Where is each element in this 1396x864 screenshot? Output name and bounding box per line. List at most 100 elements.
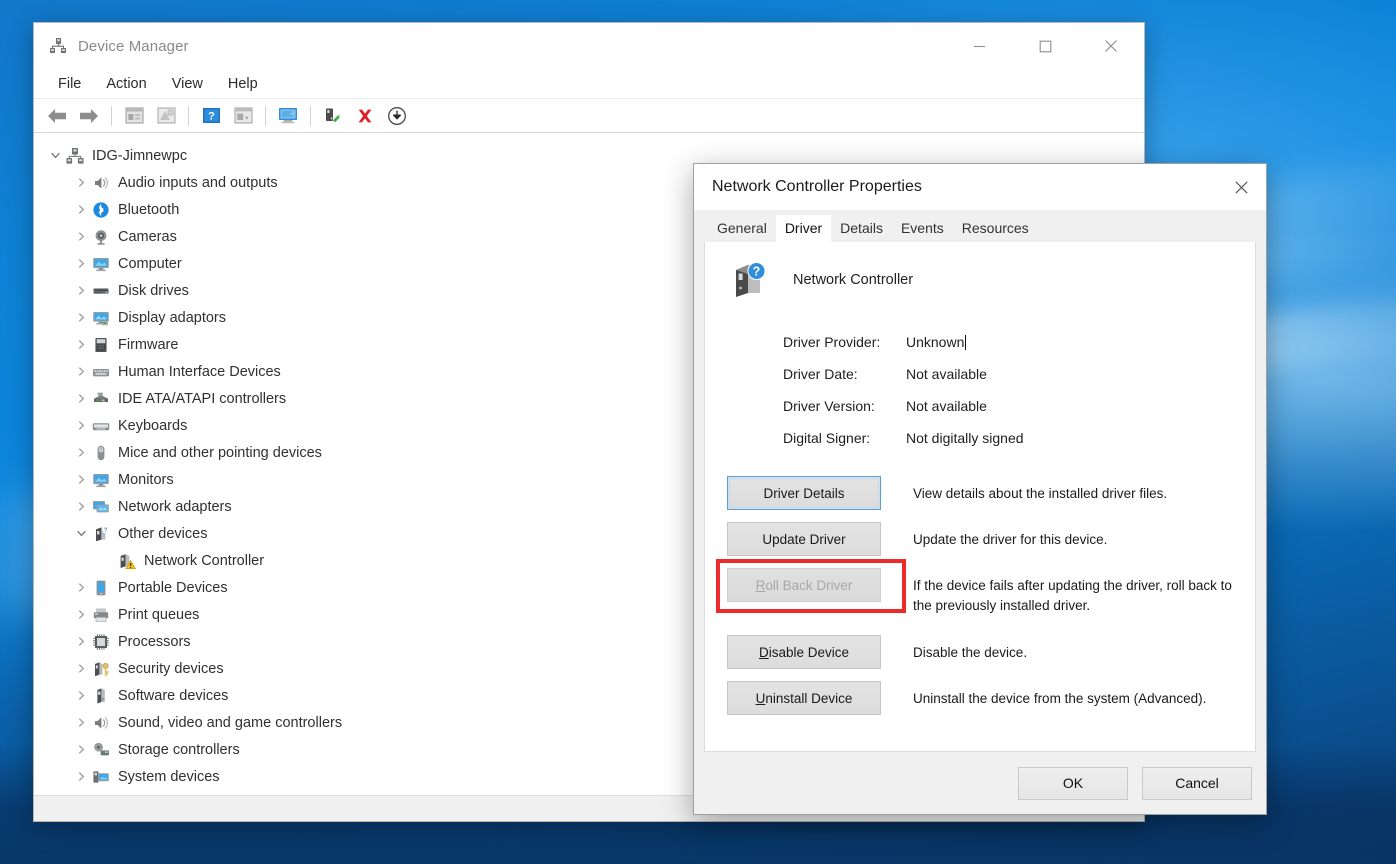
tab-general[interactable]: General: [708, 215, 776, 242]
tree-item-label: Cameras: [118, 228, 177, 245]
action-description: Uninstall the device from the system (Ad…: [913, 681, 1206, 709]
chevron-right-icon[interactable]: [72, 232, 90, 241]
menu-bar: File Action View Help: [34, 69, 1144, 99]
driver-field-value: Not available: [906, 366, 987, 382]
chevron-right-icon[interactable]: [72, 178, 90, 187]
uninstall-device-icon[interactable]: [350, 102, 380, 130]
tree-item-label: IDG-Jimnewpc: [92, 147, 187, 164]
ide-controller-icon: [90, 389, 112, 409]
button-label: Disable Device: [759, 645, 849, 660]
menu-item-help[interactable]: Help: [217, 73, 269, 95]
ok-button[interactable]: OK: [1018, 767, 1128, 800]
tree-item-label: Firmware: [118, 336, 178, 353]
chevron-right-icon[interactable]: [72, 205, 90, 214]
menu-item-action[interactable]: Action: [95, 73, 157, 95]
close-icon[interactable]: [1078, 23, 1144, 69]
tree-item-label: Network Controller: [144, 552, 264, 569]
chevron-right-icon[interactable]: [72, 421, 90, 430]
network-controller-properties-dialog: Network Controller Properties GeneralDri…: [693, 163, 1267, 815]
chevron-right-icon[interactable]: [72, 259, 90, 268]
tree-item-label: Display adaptors: [118, 309, 226, 326]
tree-item-label: Storage controllers: [118, 741, 240, 758]
minimize-icon[interactable]: [946, 23, 1012, 69]
speaker-icon: [90, 713, 112, 733]
toolbar-separator: [310, 106, 311, 126]
chevron-down-icon[interactable]: [46, 151, 64, 160]
driver-field-label: Driver Date:: [783, 366, 906, 382]
portable-device-icon: [90, 578, 112, 598]
driver-field-row: Driver Provider:Unknown: [783, 326, 1255, 358]
chevron-right-icon[interactable]: [72, 394, 90, 403]
roll-back-driver-button: Roll Back Driver: [727, 568, 881, 602]
window-controls: [946, 23, 1144, 69]
driver-tab-panel: ? Network Controller Driver Provider:Unk…: [704, 242, 1256, 752]
help-icon[interactable]: ?: [196, 102, 226, 130]
scan-hardware-changes-icon[interactable]: [273, 102, 303, 130]
menu-item-view[interactable]: View: [161, 73, 214, 95]
dialog-tabs[interactable]: GeneralDriverDetailsEventsResources: [694, 210, 1266, 242]
chevron-right-icon[interactable]: [72, 637, 90, 646]
tree-item-label: Disk drives: [118, 282, 189, 299]
tree-item-label: Portable Devices: [118, 579, 228, 596]
cancel-button[interactable]: Cancel: [1142, 767, 1252, 800]
maximize-icon[interactable]: [1012, 23, 1078, 69]
toolbar-separator: [111, 106, 112, 126]
forward-arrow-icon[interactable]: [74, 102, 104, 130]
unknown-device-warning-icon: [116, 551, 138, 571]
tab-details[interactable]: Details: [831, 215, 892, 242]
text-caret: [965, 335, 966, 350]
chevron-right-icon[interactable]: [72, 745, 90, 754]
hid-icon: [90, 362, 112, 382]
driver-action-row: Disable DeviceDisable the device.: [705, 635, 1255, 669]
device-header: ? Network Controller: [705, 242, 1255, 302]
chevron-right-icon[interactable]: [72, 664, 90, 673]
chevron-right-icon[interactable]: [72, 691, 90, 700]
chevron-right-icon[interactable]: [72, 367, 90, 376]
tree-item-label: System devices: [118, 768, 220, 785]
chevron-right-icon[interactable]: [72, 286, 90, 295]
driver-details-button[interactable]: Driver Details: [727, 476, 881, 510]
toolbar: ?: [34, 99, 1144, 133]
chevron-right-icon[interactable]: [72, 718, 90, 727]
firmware-icon: [90, 335, 112, 355]
svg-text:?: ?: [753, 265, 761, 279]
chevron-right-icon[interactable]: [72, 502, 90, 511]
storage-controller-icon: [90, 740, 112, 760]
svg-text:?: ?: [104, 527, 108, 533]
chevron-right-icon[interactable]: [72, 313, 90, 322]
tab-resources[interactable]: Resources: [953, 215, 1038, 242]
update-driver-button[interactable]: Update Driver: [727, 522, 881, 556]
update-driver-icon[interactable]: [228, 102, 258, 130]
menu-item-file[interactable]: File: [47, 73, 92, 95]
dialog-titlebar: Network Controller Properties: [694, 164, 1266, 210]
driver-field-row: Digital Signer:Not digitally signed: [783, 422, 1255, 454]
tree-item-label: Audio inputs and outputs: [118, 174, 278, 191]
driver-action-row: Uninstall Device Uninstall the device fro…: [705, 681, 1255, 715]
monitor-icon: [90, 254, 112, 274]
chevron-right-icon[interactable]: [72, 772, 90, 781]
driver-action-row: Update DriverUpdate the driver for this …: [705, 522, 1255, 556]
properties-icon[interactable]: [119, 102, 149, 130]
driver-field-value: Not available: [906, 398, 987, 414]
button-label: Roll Back Driver: [756, 578, 853, 593]
uninstall-device-button[interactable]: Uninstall Device: [727, 681, 881, 715]
tree-item-label: IDE ATA/ATAPI controllers: [118, 390, 286, 407]
chevron-down-icon[interactable]: [72, 529, 90, 538]
close-icon[interactable]: [1216, 164, 1266, 210]
disable-device-button[interactable]: Disable Device: [727, 635, 881, 669]
computer-tree-icon: [64, 146, 86, 166]
driver-action-buttons: Driver DetailsView details about the ins…: [705, 476, 1255, 715]
chevron-right-icon[interactable]: [72, 340, 90, 349]
enable-device-icon[interactable]: [318, 102, 348, 130]
disable-device-icon[interactable]: [382, 102, 412, 130]
chevron-right-icon[interactable]: [72, 583, 90, 592]
other-device-icon: ?: [90, 524, 112, 544]
chevron-right-icon[interactable]: [72, 475, 90, 484]
tree-item-label: Software devices: [118, 687, 228, 704]
chevron-right-icon[interactable]: [72, 448, 90, 457]
tab-events[interactable]: Events: [892, 215, 953, 242]
show-hidden-devices-icon[interactable]: [151, 102, 181, 130]
back-arrow-icon[interactable]: [42, 102, 72, 130]
chevron-right-icon[interactable]: [72, 610, 90, 619]
tab-driver[interactable]: Driver: [776, 215, 831, 242]
